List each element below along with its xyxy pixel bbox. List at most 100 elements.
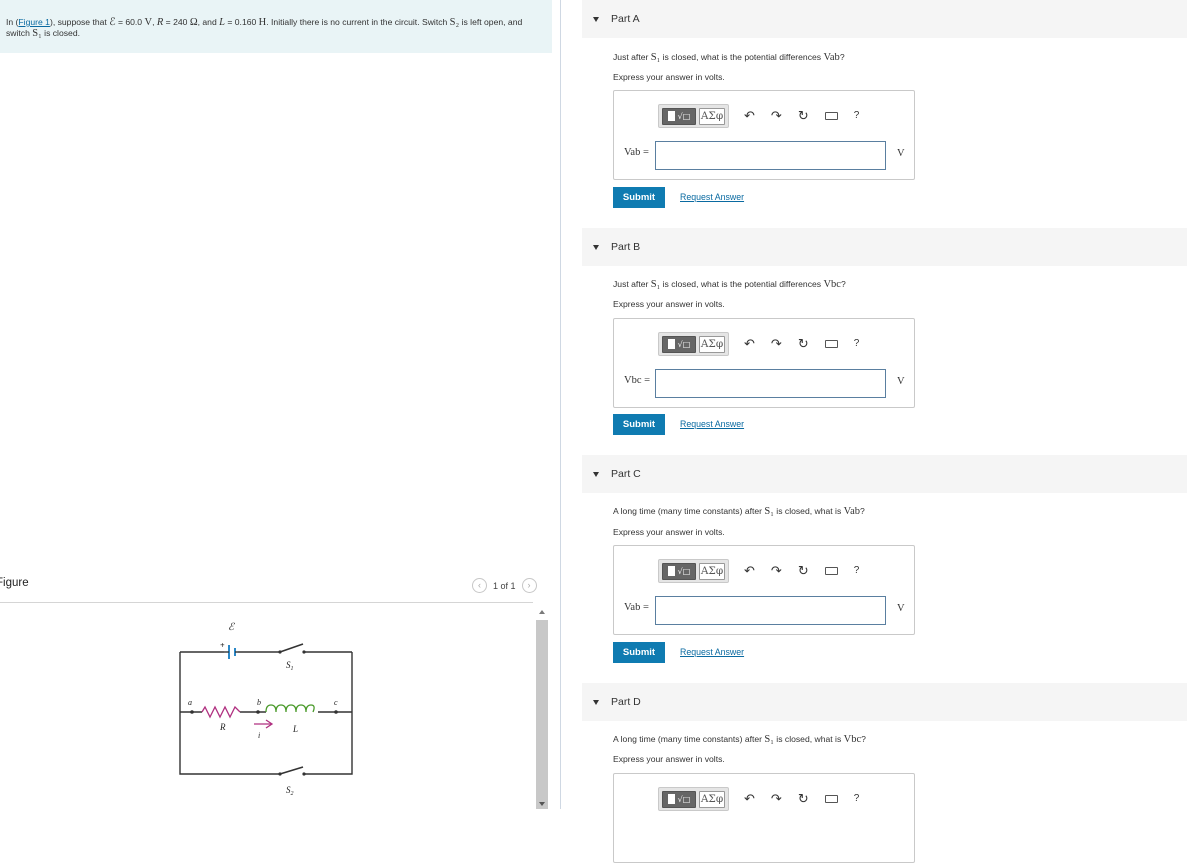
part-title: Part D: [611, 696, 641, 708]
greek-symbols-button[interactable]: ΑΣφ: [699, 107, 725, 125]
scroll-down-icon[interactable]: [539, 802, 545, 806]
reset-icon[interactable]: ↻: [798, 565, 809, 578]
fraction-sqrt-template-icon[interactable]: √□: [662, 790, 696, 808]
node-a-label: a: [188, 698, 192, 707]
part-title: Part B: [611, 241, 641, 253]
reset-icon[interactable]: ↻: [798, 793, 809, 806]
keyboard-icon[interactable]: [824, 340, 838, 348]
intro-text: , and: [197, 17, 220, 27]
current-arrow-icon: [254, 719, 274, 729]
redo-icon[interactable]: ↷: [771, 110, 782, 123]
variable-symbol: Vbc: [843, 734, 862, 745]
answer-variable-label: Vab =: [624, 147, 649, 158]
part-d-instruction: Express your answer in volts.: [613, 754, 725, 764]
current-label: i: [258, 731, 260, 740]
help-icon[interactable]: ?: [854, 339, 860, 349]
part-b-instruction: Express your answer in volts.: [613, 299, 725, 309]
request-answer-link[interactable]: Request Answer: [680, 647, 744, 657]
variable-symbol: Vbc: [823, 279, 841, 290]
keyboard-icon[interactable]: [824, 112, 838, 120]
keyboard-icon[interactable]: [824, 795, 838, 803]
answer-unit: V: [897, 148, 905, 159]
undo-icon[interactable]: ↶: [744, 338, 755, 351]
circuit-diagram: ℰ + S1 a b c R i L S2: [179, 622, 353, 797]
help-icon[interactable]: ?: [854, 566, 860, 576]
emf-label: ℰ: [228, 622, 235, 633]
part-a-header[interactable]: Part A: [582, 0, 1187, 38]
greek-symbols-button[interactable]: ΑΣφ: [699, 335, 725, 353]
scroll-thumb[interactable]: [536, 620, 548, 809]
fraction-sqrt-template-icon[interactable]: √□: [662, 562, 696, 580]
redo-icon[interactable]: ↷: [771, 793, 782, 806]
question-text: Just after: [613, 279, 651, 289]
s2-sub: 2: [291, 791, 294, 797]
variable-symbol: Vab: [843, 506, 860, 517]
switch-symbol: S₁: [650, 52, 661, 63]
part-b-answer-box: √□ ΑΣφ ↶ ↷ ↻ ? Vbc = V: [613, 318, 915, 408]
submit-button[interactable]: Submit: [613, 642, 665, 663]
problem-statement: In (Figure 1), suppose that ℰ = 60.0 V, …: [0, 0, 552, 53]
battery-icon: [224, 645, 238, 659]
undo-icon[interactable]: ↶: [744, 565, 755, 578]
intro-text: is closed.: [41, 28, 80, 38]
caret-down-icon: [593, 244, 599, 250]
math-toolbar: √□ ΑΣφ ↶ ↷ ↻ ?: [658, 787, 859, 811]
answer-input[interactable]: [655, 141, 886, 170]
figure-link[interactable]: Figure 1: [18, 17, 50, 27]
toolbar-group: √□ ΑΣφ: [658, 559, 729, 583]
resistor-label: R: [219, 722, 226, 732]
part-d-question: A long time (many time constants) after …: [613, 734, 866, 745]
pager-text: 1 of 1: [493, 580, 516, 591]
caret-down-icon: [593, 471, 599, 477]
part-c-header[interactable]: Part C: [582, 455, 1187, 493]
greek-symbols-button[interactable]: ΑΣφ: [699, 562, 725, 580]
undo-icon[interactable]: ↶: [744, 110, 755, 123]
fraction-sqrt-template-icon[interactable]: √□: [662, 335, 696, 353]
help-icon[interactable]: ?: [854, 111, 860, 121]
chevron-right-icon[interactable]: ›: [521, 578, 537, 593]
svg-text:S1: S1: [286, 660, 294, 672]
question-text: Just after: [613, 52, 651, 62]
part-title: Part A: [611, 13, 640, 25]
request-answer-link[interactable]: Request Answer: [680, 419, 744, 429]
toolbar-group: √□ ΑΣφ: [658, 787, 729, 811]
redo-icon[interactable]: ↷: [771, 565, 782, 578]
reset-icon[interactable]: ↻: [798, 338, 809, 351]
help-icon[interactable]: ?: [854, 794, 860, 804]
figure-pager: ‹ 1 of 1 ›: [472, 578, 537, 593]
emf-unit: V: [144, 17, 153, 28]
switch-symbol: S₁: [764, 506, 774, 517]
intro-text: . Initially there is no current in the c…: [266, 17, 450, 27]
submit-button[interactable]: Submit: [613, 414, 665, 435]
question-text: is closed, what is: [773, 734, 844, 744]
resistor-icon: [201, 705, 241, 719]
question-text: ?: [860, 506, 865, 516]
request-answer-link[interactable]: Request Answer: [680, 192, 744, 202]
question-text: is closed, what is the potential differe…: [660, 52, 824, 62]
answer-variable-label: Vab =: [624, 602, 649, 613]
part-a-question: Just after S₁ is closed, what is the pot…: [613, 52, 845, 63]
part-d-header[interactable]: Part D: [582, 683, 1187, 721]
undo-icon[interactable]: ↶: [744, 793, 755, 806]
submit-button[interactable]: Submit: [613, 187, 665, 208]
svg-text:S2: S2: [286, 785, 294, 797]
redo-icon[interactable]: ↷: [771, 338, 782, 351]
inductor-label: L: [292, 724, 298, 734]
switch-s1-symbol: S₁: [32, 28, 42, 39]
figure-scrollbar[interactable]: [535, 604, 549, 809]
scroll-up-icon[interactable]: [539, 610, 545, 614]
intro-text: ), suppose that: [49, 17, 110, 27]
part-b-header[interactable]: Part B: [582, 228, 1187, 266]
switch-s2-icon: [278, 766, 306, 776]
figure-divider: [0, 602, 533, 603]
chevron-left-icon[interactable]: ‹: [472, 578, 487, 593]
toolbar-group: √□ ΑΣφ: [658, 104, 729, 128]
fraction-sqrt-template-icon[interactable]: √□: [662, 107, 696, 125]
part-b-question: Just after S₁ is closed, what is the pot…: [613, 279, 846, 290]
greek-symbols-button[interactable]: ΑΣφ: [699, 790, 725, 808]
keyboard-icon[interactable]: [824, 567, 838, 575]
answer-input[interactable]: [655, 369, 886, 398]
answer-unit: V: [897, 376, 905, 387]
reset-icon[interactable]: ↻: [798, 110, 809, 123]
answer-input[interactable]: [655, 596, 886, 625]
